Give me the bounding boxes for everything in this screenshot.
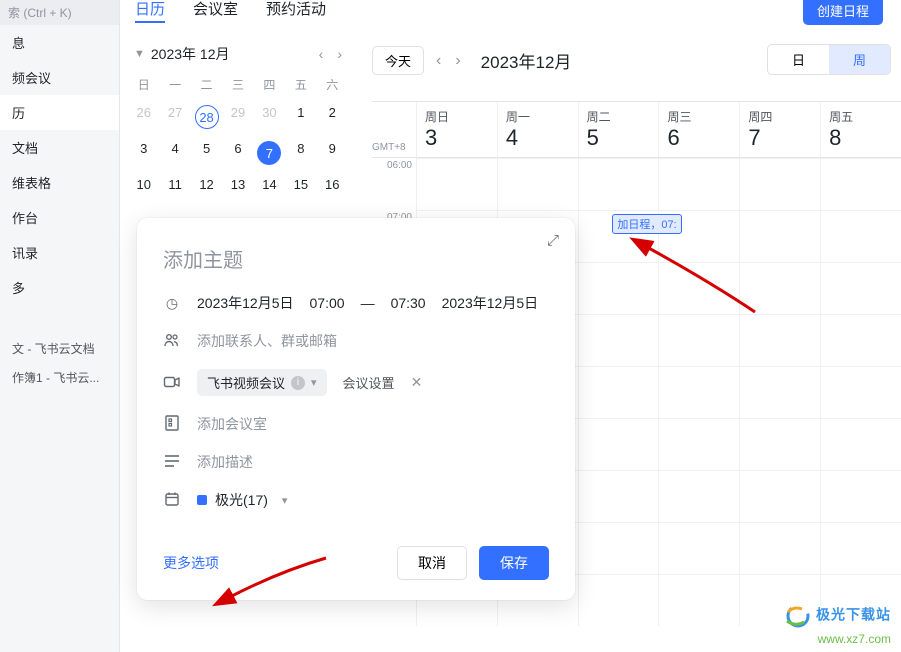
mini-cal-dow: 二 xyxy=(191,70,222,99)
mini-cal-day[interactable]: 11 xyxy=(159,171,190,198)
mini-cal-day[interactable]: 3 xyxy=(128,135,159,171)
chevron-down-icon[interactable]: ▼ xyxy=(134,48,145,60)
mini-cal-day[interactable]: 30 xyxy=(254,99,285,135)
watermark-logo-icon xyxy=(782,602,810,630)
next-month-icon[interactable]: › xyxy=(337,46,342,62)
week-day-header: 周四7 xyxy=(739,102,820,157)
expand-icon[interactable]: ⤢ xyxy=(547,232,559,249)
week-day-header: 周三6 xyxy=(658,102,739,157)
mini-cal-day[interactable]: 13 xyxy=(222,171,253,198)
sidebar-item[interactable]: 维表格 xyxy=(0,165,119,200)
calendar-color-dot xyxy=(197,495,207,505)
sidebar-item[interactable]: 频会议 xyxy=(0,60,119,95)
create-event-popup: ⤢ 添加主题 ◷ 2023年12月5日 07:00 — 07:30 2023年1… xyxy=(137,218,575,600)
view-day[interactable]: 日 xyxy=(768,45,829,74)
guests-input[interactable]: 添加联系人、群或邮箱 xyxy=(197,331,337,351)
sidebar-item[interactable]: 历 xyxy=(0,95,119,130)
people-icon xyxy=(163,333,181,350)
mini-cal-day[interactable]: 6 xyxy=(222,135,253,171)
more-options-link[interactable]: 更多选项 xyxy=(163,553,219,573)
mini-cal-dow: 一 xyxy=(159,70,190,99)
start-time[interactable]: 07:00 xyxy=(310,295,345,311)
info-icon: i xyxy=(291,376,305,390)
view-switch: 日 周 xyxy=(767,44,891,75)
mini-cal-day[interactable]: 27 xyxy=(159,99,190,135)
mini-cal-day[interactable]: 8 xyxy=(285,135,316,171)
prev-month-icon[interactable]: ‹ xyxy=(319,46,324,62)
today-button[interactable]: 今天 xyxy=(372,46,424,75)
description-icon xyxy=(163,454,181,470)
end-date[interactable]: 2023年12月5日 xyxy=(442,293,539,313)
video-conference-chip[interactable]: 飞书视频会议 i ▾ xyxy=(197,369,327,396)
view-week[interactable]: 周 xyxy=(829,45,890,74)
end-time[interactable]: 07:30 xyxy=(391,295,426,311)
watermark: 极光下载站 www.xz7.com xyxy=(782,602,891,646)
mini-cal-day[interactable]: 15 xyxy=(285,171,316,198)
mini-cal-day[interactable]: 4 xyxy=(159,135,190,171)
mini-cal-day[interactable]: 1 xyxy=(285,99,316,135)
event-title-input[interactable]: 添加主题 xyxy=(163,244,549,273)
top-tabs: 日历 会议室 预约活动 xyxy=(135,0,326,23)
mini-cal-day[interactable]: 10 xyxy=(128,171,159,198)
remove-video-icon[interactable]: ✕ xyxy=(411,374,423,391)
event-chip[interactable]: 加日程，07: xyxy=(612,214,681,234)
sidebar-item[interactable]: 文档 xyxy=(0,130,119,165)
top-tab[interactable]: 预约活动 xyxy=(266,0,326,23)
mini-cal-day[interactable]: 14 xyxy=(254,171,285,198)
room-input[interactable]: 添加会议室 xyxy=(197,414,267,434)
video-icon xyxy=(163,375,181,391)
description-input[interactable]: 添加描述 xyxy=(197,452,253,472)
room-icon xyxy=(163,415,181,434)
mini-cal-day[interactable]: 28 xyxy=(191,99,222,135)
mini-cal-day[interactable]: 26 xyxy=(128,99,159,135)
sidebar-item[interactable]: 多 xyxy=(0,270,119,305)
mini-cal-day[interactable]: 7 xyxy=(254,135,285,171)
mini-calendar: ▼ 2023年 12月 ‹ › 日一二三四五六 2627282930123456… xyxy=(128,38,348,198)
week-day-header: 周五8 xyxy=(820,102,901,157)
sidebar-item[interactable]: 作台 xyxy=(0,200,119,235)
mini-cal-day[interactable]: 2 xyxy=(317,99,348,135)
time-sep: — xyxy=(361,295,375,311)
grid-column[interactable] xyxy=(820,158,901,626)
search-hint[interactable]: 索 (Ctrl + K) xyxy=(0,0,119,25)
chevron-down-icon: ▾ xyxy=(311,376,317,389)
mini-cal-day[interactable]: 12 xyxy=(191,171,222,198)
mini-cal-dow: 四 xyxy=(254,70,285,99)
sidebar-doc-item[interactable]: 文 - 飞书云文档 xyxy=(0,334,119,363)
week-day-header: 周一4 xyxy=(497,102,578,157)
mini-cal-day[interactable]: 9 xyxy=(317,135,348,171)
time-label: 06:00 xyxy=(372,158,416,210)
top-tab[interactable]: 会议室 xyxy=(193,0,238,23)
mini-cal-day[interactable]: 16 xyxy=(317,171,348,198)
sidebar-item[interactable]: 讯录 xyxy=(0,235,119,270)
sidebar-item[interactable]: 息 xyxy=(0,25,119,60)
save-button[interactable]: 保存 xyxy=(479,546,549,580)
prev-week-icon[interactable]: ‹ xyxy=(436,52,441,70)
mini-cal-day[interactable]: 29 xyxy=(222,99,253,135)
mini-calendar-title: 2023年 12月 xyxy=(151,44,230,64)
sidebar-doc-item[interactable]: 作簿1 - 飞书云... xyxy=(0,363,119,392)
create-event-button[interactable]: 创建日程 xyxy=(803,0,883,25)
mini-cal-dow: 三 xyxy=(222,70,253,99)
timezone-label: GMT+8 xyxy=(372,102,416,157)
next-week-icon[interactable]: › xyxy=(455,52,460,70)
cancel-button[interactable]: 取消 xyxy=(397,546,467,580)
clock-icon: ◷ xyxy=(163,295,181,312)
mini-cal-dow: 五 xyxy=(285,70,316,99)
week-day-header: 周日3 xyxy=(416,102,497,157)
top-tab[interactable]: 日历 xyxy=(135,0,165,23)
start-date[interactable]: 2023年12月5日 xyxy=(197,293,294,313)
week-day-header: 周二5 xyxy=(578,102,659,157)
calendar-selector[interactable]: 极光(17) ▾ xyxy=(197,490,287,510)
mini-cal-day[interactable]: 5 xyxy=(191,135,222,171)
calendar-title: 2023年12月 xyxy=(481,48,572,73)
calendar-icon xyxy=(163,492,181,509)
chevron-down-icon: ▾ xyxy=(282,494,288,507)
mini-cal-dow: 六 xyxy=(317,70,348,99)
conference-settings-link[interactable]: 会议设置 xyxy=(343,373,395,392)
mini-cal-dow: 日 xyxy=(128,70,159,99)
sidebar: 索 (Ctrl + K) 息频会议历文档维表格作台讯录多 文 - 飞书云文档作簿… xyxy=(0,0,120,652)
grid-column[interactable] xyxy=(739,158,820,626)
